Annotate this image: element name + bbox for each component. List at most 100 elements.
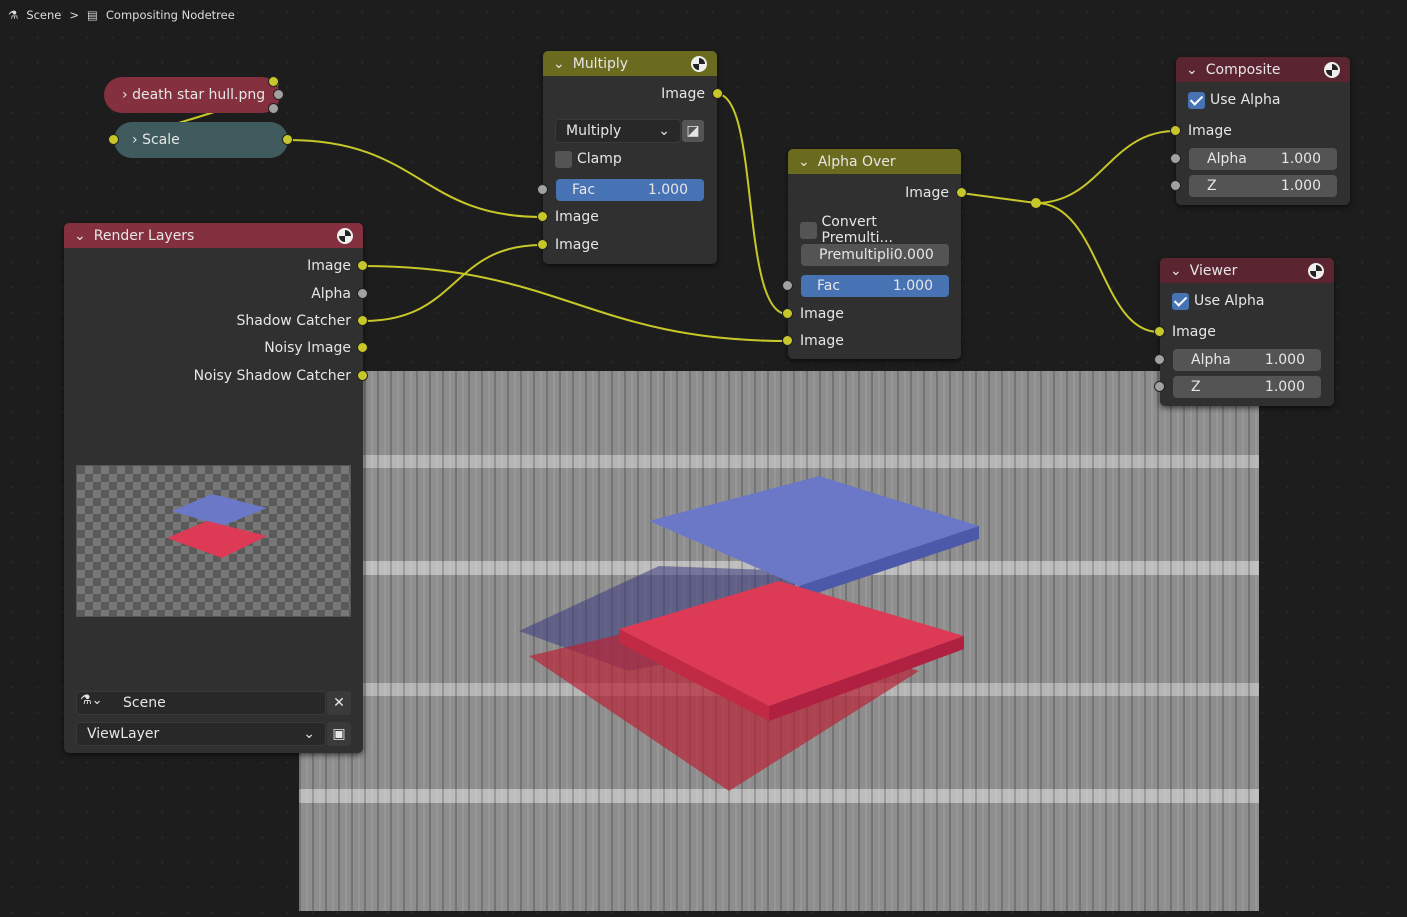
field-label: Alpha [1207, 151, 1247, 167]
input-label: Image [800, 306, 844, 322]
view-layer-dropdown[interactable]: ViewLayer ⌄ [76, 722, 326, 746]
field-label: Alpha [1191, 352, 1231, 368]
scale-input-socket[interactable] [108, 134, 119, 145]
output-label: Noisy Image [264, 340, 351, 356]
node-title: Render Layers [93, 227, 195, 244]
node-title: death star hull.png [132, 87, 266, 103]
field-value: 1.000 [1264, 352, 1305, 368]
field-label: Z [1191, 379, 1201, 395]
render-preview [76, 465, 351, 617]
dropdown-value: ViewLayer [87, 726, 160, 742]
field-value: 1.000 [1280, 151, 1321, 167]
use-alpha-checkbox[interactable] [1188, 91, 1205, 109]
render-layers-node[interactable]: ⌄ Render Layers Image Alpha Shadow Catche… [64, 223, 363, 753]
selector-value: Scene [123, 695, 166, 711]
chevron-down-icon: ⌄ [1186, 61, 1198, 78]
z-field[interactable]: Z 1.000 [1173, 376, 1321, 398]
noisy-image-output-socket[interactable] [357, 342, 368, 353]
node-title: Viewer [1189, 262, 1238, 279]
chevron-down-icon: ⌄ [658, 123, 670, 139]
premultiplied-field[interactable]: Premultipli 0.000 [801, 244, 949, 266]
output-label: Image [905, 185, 949, 201]
scene-selector[interactable]: Scene [76, 691, 326, 715]
field-label: Fac [572, 182, 596, 198]
dropdown-value: Multiply [566, 123, 622, 139]
alpha-field[interactable]: Alpha 1.000 [1189, 148, 1337, 170]
input-label: Image [1188, 123, 1232, 139]
preview-icon[interactable] [337, 227, 353, 244]
convert-premultiplied-checkbox[interactable] [800, 221, 817, 239]
use-alpha-checkbox[interactable] [1172, 292, 1189, 310]
scale-node-collapsed[interactable]: › Scale [114, 122, 288, 158]
alpha-input-socket[interactable] [1154, 354, 1165, 365]
output-label: Image [307, 258, 351, 274]
noisy-shadow-catcher-output-socket[interactable] [357, 370, 368, 381]
node-title: Alpha Over [817, 153, 896, 170]
alpha-output-socket[interactable] [357, 288, 368, 299]
scale-output-socket[interactable] [282, 134, 293, 145]
alpha-over-node[interactable]: ⌄ Alpha Over Image Convert Premulti... Pr… [788, 149, 961, 359]
checkbox-label: Use Alpha [1210, 92, 1281, 108]
field-label: Premultipli [819, 247, 894, 263]
fac-input-socket[interactable] [782, 280, 793, 291]
image-output-socket[interactable] [268, 76, 279, 87]
input-label: Image [1172, 324, 1216, 340]
z-input-socket[interactable] [1170, 180, 1181, 191]
node-title: Multiply [572, 55, 629, 72]
image-input-socket[interactable] [537, 239, 548, 250]
blend-type-dropdown[interactable]: Multiply ⌄ [555, 119, 681, 143]
fac-input-socket[interactable] [537, 184, 548, 195]
image-input-socket[interactable] [782, 335, 793, 346]
z-field[interactable]: Z 1.000 [1189, 175, 1337, 197]
alpha-input-socket[interactable] [1170, 153, 1181, 164]
field-value: 0.000 [893, 247, 934, 263]
use-alpha-icon[interactable]: ◪ [682, 120, 704, 142]
z-output-socket[interactable] [268, 103, 279, 114]
fac-field[interactable]: Fac 1.000 [556, 179, 704, 201]
chevron-down-icon: ⌄ [553, 55, 565, 72]
scene-icon[interactable]: ⚗⌄ [80, 693, 103, 708]
field-value: 1.000 [647, 182, 688, 198]
checkbox-label: Use Alpha [1194, 293, 1265, 309]
input-label: Image [800, 333, 844, 349]
image-input-socket[interactable] [782, 308, 793, 319]
multiply-output-socket[interactable] [712, 88, 723, 99]
chevron-down-icon: ⌄ [798, 153, 810, 170]
image-node-collapsed[interactable]: › death star hull.png [104, 77, 280, 113]
close-icon[interactable]: ✕ [327, 691, 351, 715]
output-label: Noisy Shadow Catcher [193, 368, 351, 384]
preview-icon[interactable] [1308, 262, 1324, 279]
alpha-output-socket[interactable] [273, 89, 284, 100]
image-input-socket[interactable] [1154, 326, 1165, 337]
checkbox-label: Clamp [577, 151, 622, 167]
chevron-down-icon: ⌄ [74, 227, 86, 244]
node-title: Scale [142, 132, 180, 148]
alpha-field[interactable]: Alpha 1.000 [1173, 349, 1321, 371]
field-label: Fac [817, 278, 841, 294]
image-input-socket[interactable] [537, 211, 548, 222]
chevron-right-icon: › [132, 132, 143, 148]
z-input-socket[interactable] [1154, 381, 1165, 392]
clamp-checkbox[interactable] [555, 150, 572, 168]
node-title: Composite [1205, 61, 1281, 78]
preview-icon[interactable] [691, 55, 707, 72]
output-label: Alpha [311, 286, 351, 302]
input-label: Image [555, 237, 599, 253]
composite-node[interactable]: ⌄ Composite Use Alpha Image Alpha 1.000 Z 1… [1176, 57, 1350, 205]
checkbox-label: Convert Premulti... [821, 214, 893, 246]
preview-icon[interactable] [1324, 61, 1340, 78]
shadow-catcher-output-socket[interactable] [357, 315, 368, 326]
field-value: 1.000 [892, 278, 933, 294]
fac-field[interactable]: Fac 1.000 [801, 275, 949, 297]
image-input-socket[interactable] [1170, 125, 1181, 136]
render-layer-icon[interactable]: ▣ [327, 722, 351, 746]
alpha-over-output-socket[interactable] [956, 187, 967, 198]
chevron-down-icon: ⌄ [1170, 262, 1182, 279]
field-value: 1.000 [1264, 379, 1305, 395]
output-label: Shadow Catcher [236, 313, 351, 329]
image-output-socket[interactable] [357, 260, 368, 271]
input-label: Image [555, 209, 599, 225]
viewer-node[interactable]: ⌄ Viewer Use Alpha Image Alpha 1.000 Z 1.00… [1160, 258, 1334, 406]
chevron-right-icon: › [122, 87, 133, 103]
multiply-node[interactable]: ⌄ Multiply Image Multiply ⌄ ◪ Clamp Fac 1.0… [543, 51, 717, 264]
